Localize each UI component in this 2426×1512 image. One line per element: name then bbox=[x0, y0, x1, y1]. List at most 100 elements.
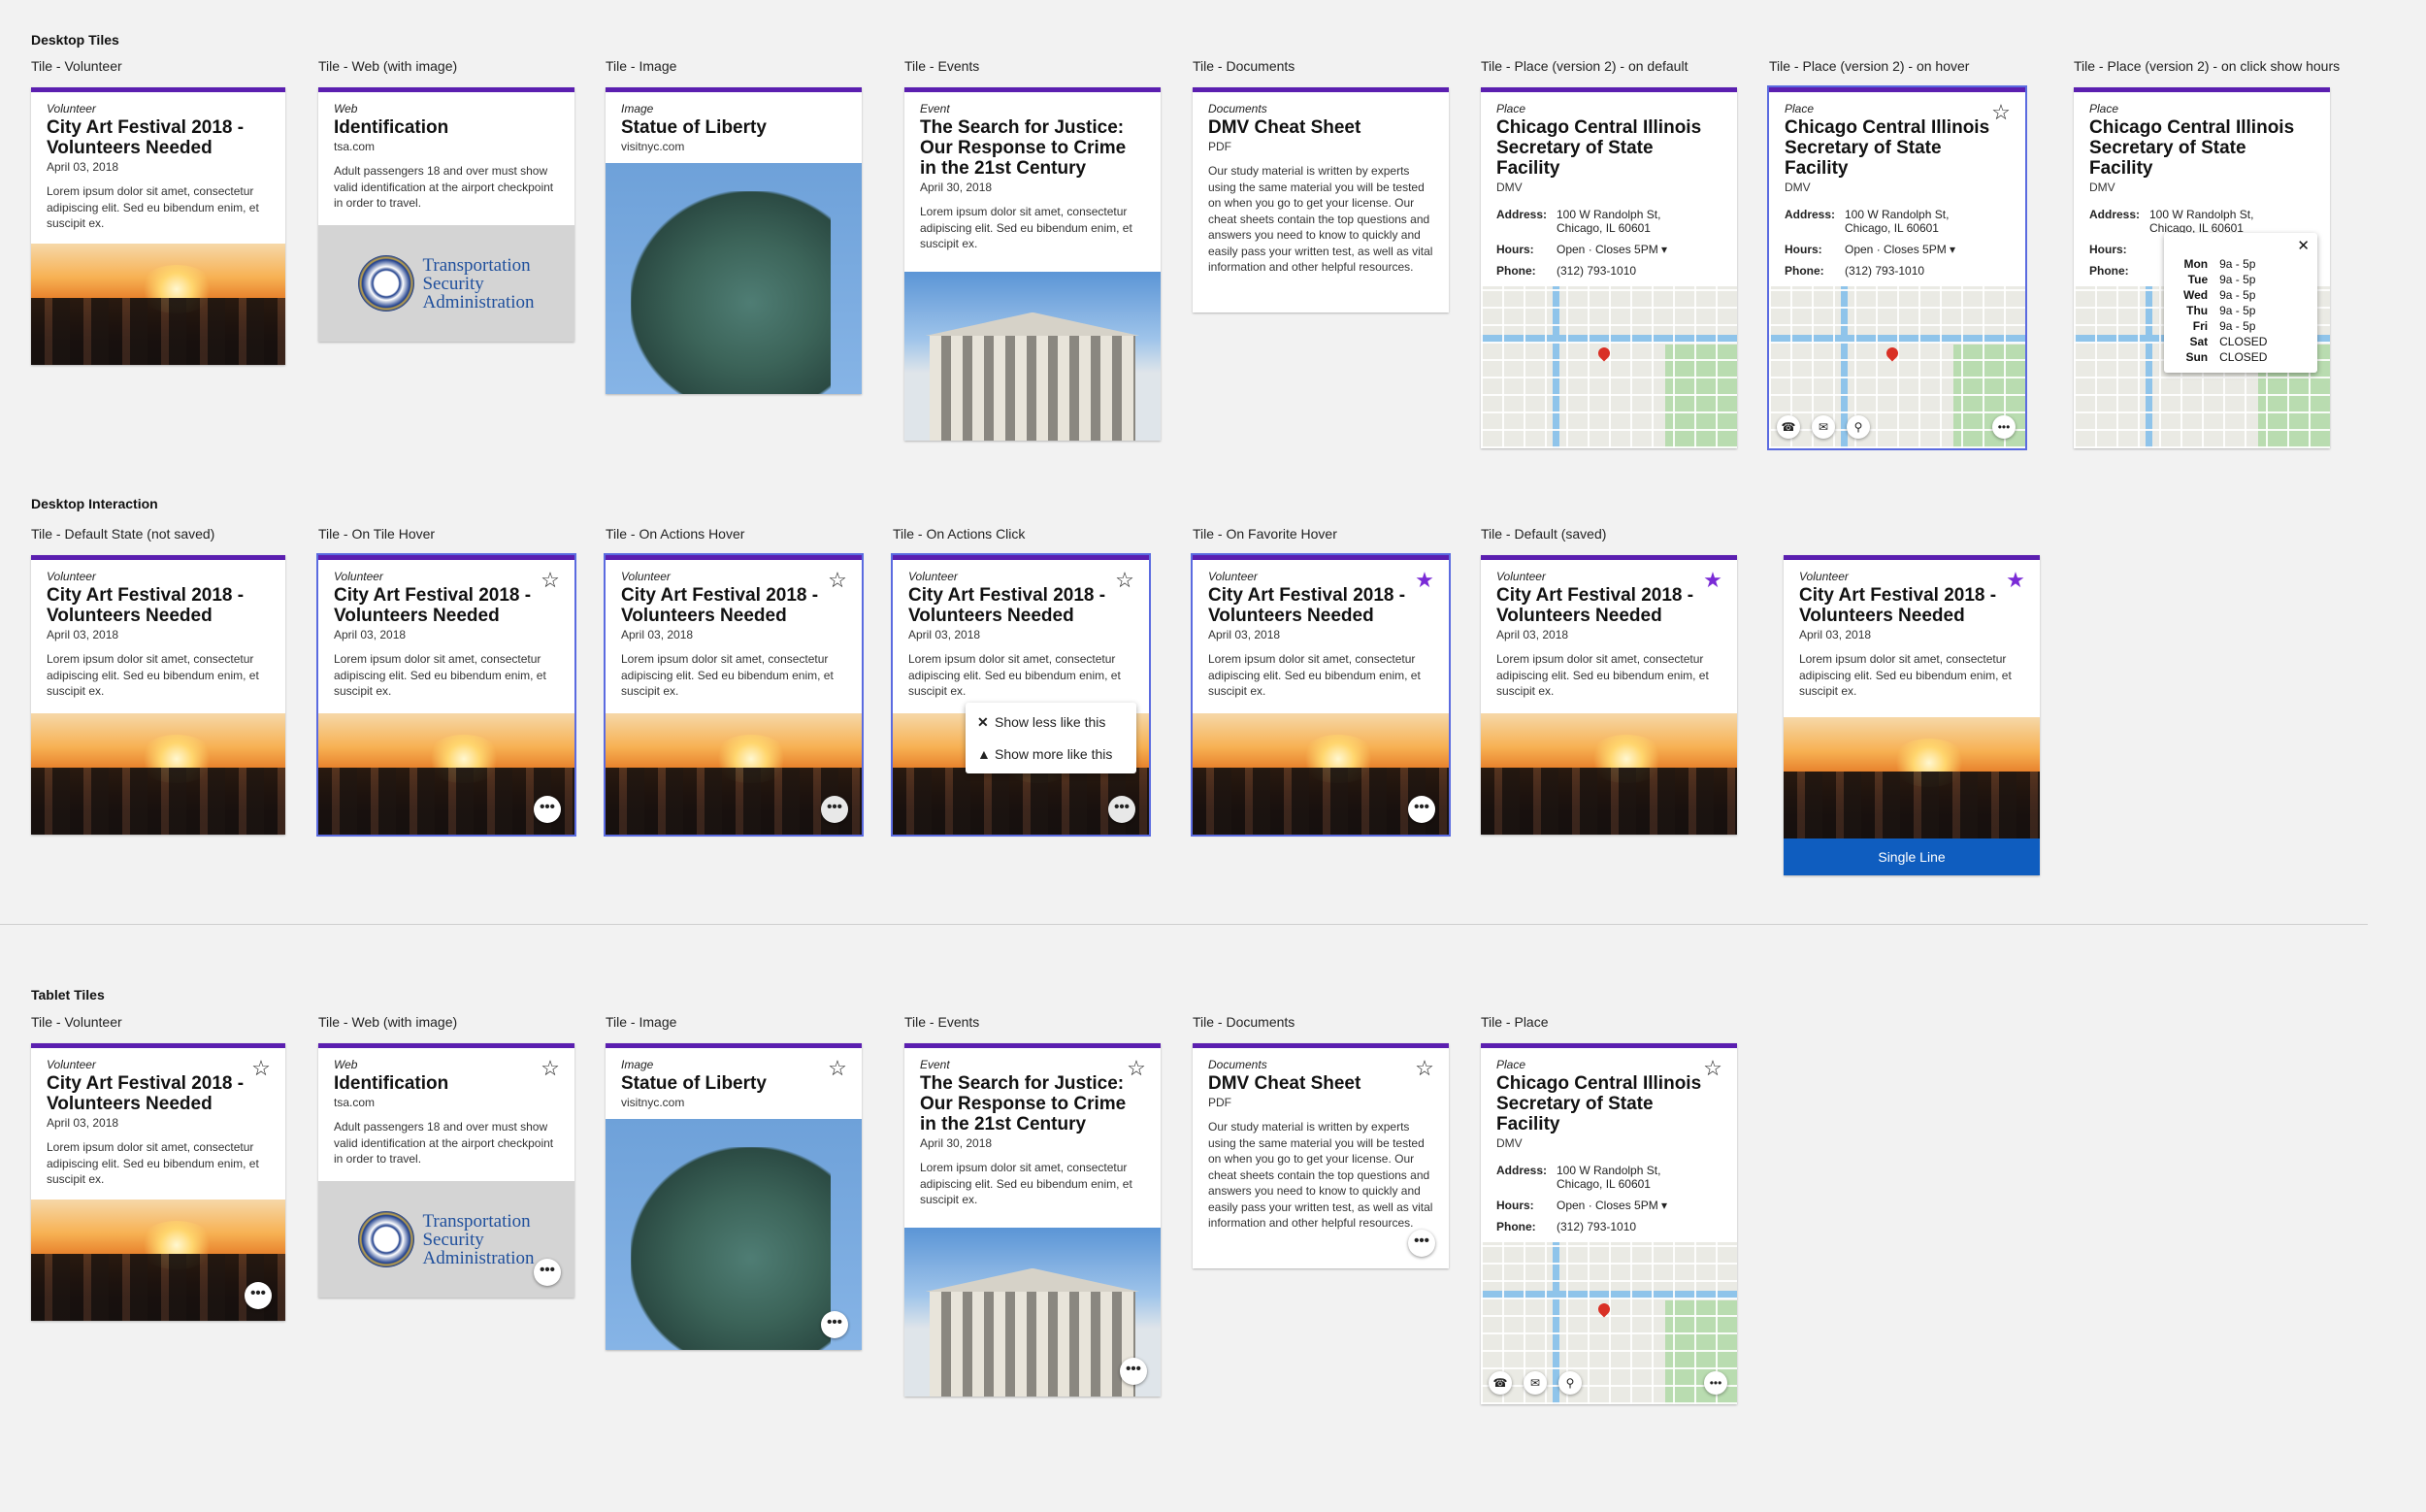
favorite-star-icon[interactable]: ☆ bbox=[1126, 1058, 1147, 1079]
email-icon[interactable]: ✉ bbox=[1812, 415, 1835, 439]
hours-field[interactable]: Hours: Open · Closes 5PM ▾ bbox=[1785, 243, 2010, 256]
tile-label: Tile - Volunteer bbox=[31, 58, 122, 74]
favorite-star-icon[interactable]: ★ bbox=[2005, 570, 2026, 591]
call-icon[interactable]: ☎ bbox=[1777, 415, 1800, 439]
favorite-star-icon[interactable]: ☆ bbox=[1114, 570, 1135, 591]
favorite-star-icon[interactable]: ☆ bbox=[540, 1058, 561, 1079]
tile-place-hover[interactable]: Place Chicago Central Illinois Secretary… bbox=[1767, 85, 2027, 450]
tile-title: City Art Festival 2018 - Volunteers Need… bbox=[1208, 585, 1406, 626]
festival-image bbox=[31, 244, 285, 365]
section-title-tablet-tiles: Tablet Tiles bbox=[31, 987, 105, 1003]
tile-label: Tile - On Actions Hover bbox=[606, 526, 745, 542]
tile-title: Statue of Liberty bbox=[621, 117, 767, 138]
more-actions-icon[interactable]: ••• bbox=[534, 1259, 561, 1286]
tile-label: Tile - Place (version 2) - on hover bbox=[1769, 58, 1970, 74]
favorite-star-icon[interactable]: ☆ bbox=[1414, 1058, 1435, 1079]
tile-volunteer-favorite-hover[interactable]: Volunteer City Art Festival 2018 - Volunt… bbox=[1191, 553, 1451, 837]
tile-label: Tile - Place bbox=[1481, 1014, 1549, 1030]
menu-item-show-less[interactable]: ✕ Show less like this bbox=[966, 707, 1136, 739]
tile-volunteer-hover[interactable]: Volunteer City Art Festival 2018 - Volunt… bbox=[316, 553, 576, 837]
favorite-star-icon[interactable]: ★ bbox=[1414, 570, 1435, 591]
tile-subtitle: DMV bbox=[1496, 181, 1523, 194]
tile-event-tablet[interactable]: Event The Search for Justice: Our Respons… bbox=[904, 1043, 1161, 1397]
tile-documents-tablet[interactable]: Documents DMV Cheat Sheet PDF Our study mat… bbox=[1193, 1043, 1449, 1268]
more-actions-icon[interactable]: ••• bbox=[1108, 796, 1135, 823]
tile-label: Tile - Documents bbox=[1193, 58, 1295, 74]
hours-field[interactable]: Hours: Open · Closes 5PM ▾ bbox=[1496, 1199, 1721, 1212]
tile-category: Web bbox=[334, 1058, 358, 1071]
tile-event[interactable]: Event The Search for Justice: Our Respon… bbox=[904, 87, 1161, 441]
email-icon[interactable]: ✉ bbox=[1524, 1371, 1547, 1395]
tile-web[interactable]: Web Identification tsa.com Adult passeng… bbox=[318, 87, 574, 342]
more-actions-icon[interactable]: ••• bbox=[1408, 796, 1435, 823]
tile-label: Tile - Documents bbox=[1193, 1014, 1295, 1030]
tile-volunteer-saved-cta[interactable]: Volunteer City Art Festival 2018 - Volunt… bbox=[1784, 555, 2040, 875]
tile-documents[interactable]: Documents DMV Cheat Sheet PDF Our study … bbox=[1193, 87, 1449, 312]
tile-source: visitnyc.com bbox=[621, 140, 685, 153]
tile-title: Chicago Central Illinois Secretary of St… bbox=[1785, 117, 1990, 179]
favorite-star-icon[interactable]: ☆ bbox=[250, 1058, 272, 1079]
tile-volunteer-actions-click[interactable]: Volunteer City Art Festival 2018 - Volunt… bbox=[891, 553, 1151, 837]
directions-icon[interactable]: ⚲ bbox=[1847, 415, 1870, 439]
tile-web-tablet[interactable]: Web Identification tsa.com Adult passengers… bbox=[318, 1043, 574, 1298]
favorite-star-icon[interactable]: ☆ bbox=[540, 570, 561, 591]
tile-label: Tile - Events bbox=[904, 58, 980, 74]
tile-label: Tile - Web (with image) bbox=[318, 58, 458, 74]
tile-category: Volunteer bbox=[1208, 570, 1258, 583]
more-actions-icon[interactable]: ••• bbox=[1704, 1371, 1727, 1395]
more-actions-icon[interactable]: ••• bbox=[1408, 1230, 1435, 1257]
more-actions-icon[interactable]: ••• bbox=[821, 796, 848, 823]
favorite-star-icon[interactable]: ☆ bbox=[827, 570, 848, 591]
tile-volunteer[interactable]: Volunteer City Art Festival 2018 - Volun… bbox=[31, 87, 285, 365]
more-actions-icon[interactable]: ••• bbox=[1120, 1358, 1147, 1385]
more-actions-icon[interactable]: ••• bbox=[1992, 415, 2016, 439]
close-icon[interactable]: ✕ bbox=[2297, 237, 2310, 254]
tile-category: Volunteer bbox=[621, 570, 671, 583]
tile-title: Chicago Central Illinois Secretary of St… bbox=[1496, 117, 1702, 179]
tsa-seal-icon bbox=[358, 1211, 415, 1267]
tile-title: Identification bbox=[334, 1073, 449, 1094]
tile-body: Lorem ipsum dolor sit amet, consectetur … bbox=[47, 652, 259, 698]
tile-category: Web bbox=[334, 102, 358, 115]
more-actions-icon[interactable]: ••• bbox=[245, 1282, 272, 1309]
actions-menu: ✕ Show less like this ▲ Show more like thi… bbox=[966, 703, 1136, 773]
tile-place-tablet[interactable]: Place Chicago Central Illinois Secretary… bbox=[1481, 1043, 1737, 1404]
tile-body: Lorem ipsum dolor sit amet, consectetur … bbox=[920, 1161, 1132, 1206]
more-actions-icon[interactable]: ••• bbox=[534, 796, 561, 823]
tile-label: Tile - Place (version 2) - on click show… bbox=[2074, 58, 2341, 74]
menu-item-show-more[interactable]: ▲ Show more like this bbox=[966, 739, 1136, 770]
tile-body: Lorem ipsum dolor sit amet, consectetur … bbox=[920, 205, 1132, 250]
favorite-star-icon[interactable]: ☆ bbox=[827, 1058, 848, 1079]
single-line-button[interactable]: Single Line bbox=[1784, 838, 2040, 875]
more-actions-icon[interactable]: ••• bbox=[821, 1311, 848, 1338]
favorite-star-icon[interactable]: ★ bbox=[1702, 570, 1723, 591]
tile-date: April 03, 2018 bbox=[1496, 628, 1569, 641]
tile-filetype: PDF bbox=[1208, 1096, 1231, 1109]
call-icon[interactable]: ☎ bbox=[1489, 1371, 1512, 1395]
tile-image-tablet[interactable]: Image Statue of Liberty visitnyc.com ☆ ••• bbox=[606, 1043, 862, 1350]
tile-label: Tile - Events bbox=[904, 1014, 980, 1030]
close-icon: ✕ bbox=[977, 714, 989, 730]
tile-label: Tile - Image bbox=[606, 1014, 677, 1030]
tile-image[interactable]: Image Statue of Liberty visitnyc.com bbox=[606, 87, 862, 394]
tile-volunteer-saved[interactable]: Volunteer City Art Festival 2018 - Volunt… bbox=[1481, 555, 1737, 835]
address-field: Address: 100 W Randolph St, Chicago, IL 60… bbox=[2089, 208, 2254, 235]
tile-label: Tile - Place (version 2) - on default bbox=[1481, 58, 1688, 74]
directions-icon[interactable]: ⚲ bbox=[1558, 1371, 1582, 1395]
thumbs-up-icon: ▲ bbox=[977, 746, 991, 762]
tile-body: Our study material is written by experts… bbox=[1208, 1120, 1433, 1230]
favorite-star-icon[interactable]: ☆ bbox=[1990, 102, 2012, 123]
tile-label: Tile - Web (with image) bbox=[318, 1014, 458, 1030]
tile-label: Tile - On Tile Hover bbox=[318, 526, 436, 542]
tile-volunteer-tablet[interactable]: Volunteer City Art Festival 2018 - Volunt… bbox=[31, 1043, 285, 1321]
tile-title: City Art Festival 2018 - Volunteers Need… bbox=[47, 585, 245, 626]
hours-field[interactable]: Hours: Open · Closes 5PM ▾ bbox=[1496, 243, 1721, 256]
tile-volunteer-actions-hover[interactable]: Volunteer City Art Festival 2018 - Volunt… bbox=[604, 553, 864, 837]
tsa-logo-image: Transportation Security Administration bbox=[318, 225, 574, 342]
tile-volunteer-default[interactable]: Volunteer City Art Festival 2018 - Volunt… bbox=[31, 555, 285, 835]
tile-category: Place bbox=[1496, 1058, 1526, 1071]
tile-category: Volunteer bbox=[908, 570, 958, 583]
favorite-star-icon[interactable]: ☆ bbox=[1702, 1058, 1723, 1079]
tile-date: April 30, 2018 bbox=[920, 1136, 993, 1150]
tile-place[interactable]: Place Chicago Central Illinois Secretary… bbox=[1481, 87, 1737, 448]
